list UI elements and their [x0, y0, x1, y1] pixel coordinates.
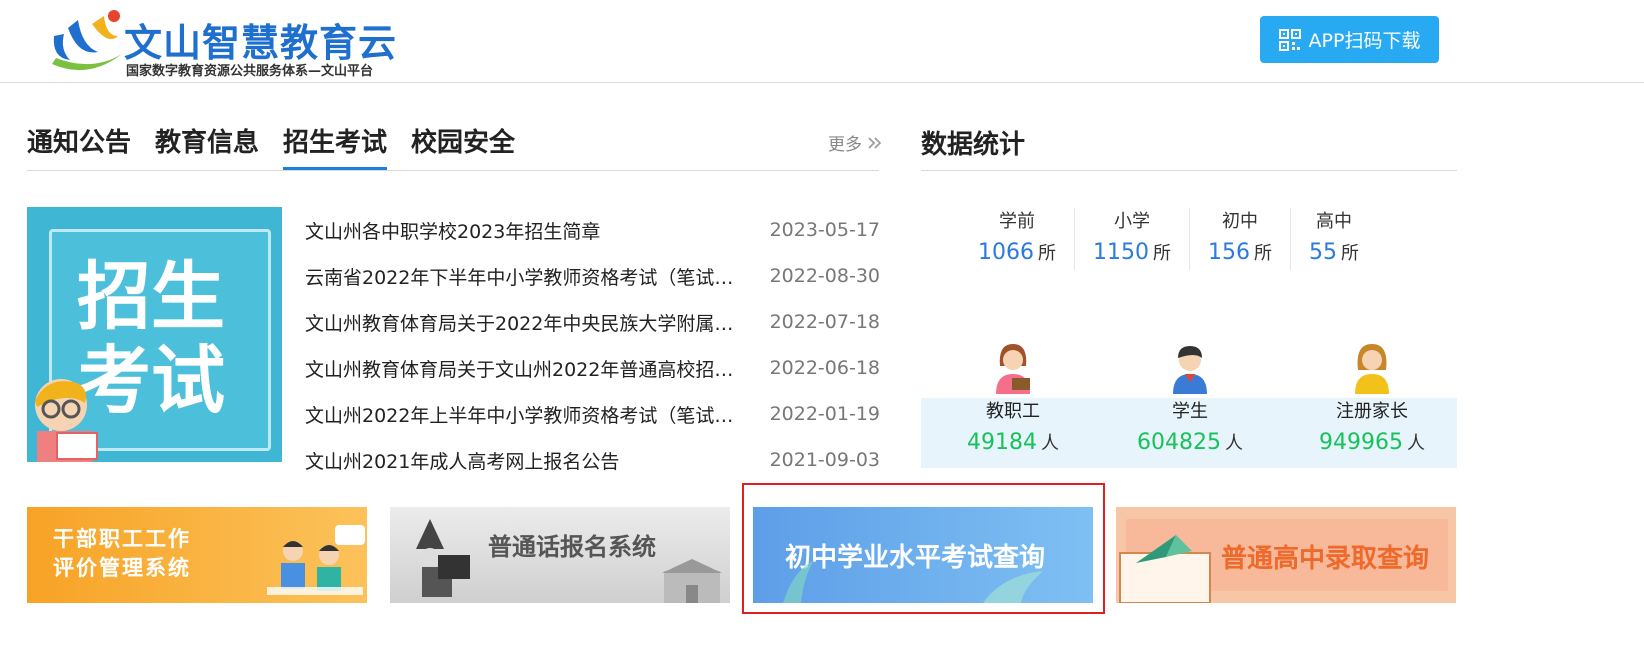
school-stat-senior: 高中 55 所 [1291, 208, 1377, 270]
logo-mark-icon [52, 10, 122, 71]
stat-staff: 教职工 49184 人 [967, 340, 1059, 460]
stat-unit: 所 [1038, 243, 1056, 264]
logo-title: 文山智慧教育云 [124, 21, 398, 65]
school-stat-preschool: 学前 1066 所 [960, 208, 1075, 270]
news-date: 2022-06-18 [769, 357, 880, 379]
news-title: 文山州各中职学校2023年招生简章 [305, 220, 601, 243]
reading-child-illustration-icon [35, 379, 98, 462]
tab-education-info[interactable]: 教育信息 [155, 122, 259, 170]
tab-campus-safety[interactable]: 校园安全 [411, 122, 515, 170]
list-item[interactable]: 文山州2022年上半年中小学教师资格考试（笔试）... 2022-01-19 [305, 391, 880, 437]
stat-value: 156 [1208, 240, 1250, 265]
school-building-icon [662, 559, 722, 603]
more-label: 更多 [828, 135, 862, 155]
news-date: 2021-09-03 [769, 449, 880, 471]
list-item[interactable]: 文山州2021年成人高考网上报名公告 2021-09-03 [305, 437, 880, 483]
banner-title: 干部职工工作 评价管理系统 [53, 525, 191, 583]
school-stat-primary: 小学 1150 所 [1075, 208, 1190, 270]
site-header: 文山智慧教育云 国家数字教育资源公共服务体系—文山平台 APP扫码下载 [0, 0, 1644, 83]
tab-admission-exams[interactable]: 招生考试 [283, 122, 388, 170]
news-date: 2022-08-30 [769, 265, 880, 287]
stat-students: 学生 604825 人 [1137, 340, 1243, 460]
stat-label: 学前 [999, 211, 1035, 232]
admission-exam-banner[interactable]: 招生 考试 [27, 207, 282, 462]
stat-label: 小学 [1114, 211, 1150, 232]
school-stats: 学前 1066 所 小学 1150 所 初中 156 所 高中 55 所 [960, 208, 1377, 270]
banner-title: 普通高中录取查询 [1221, 544, 1430, 574]
app-download-button[interactable]: APP扫码下载 [1260, 16, 1439, 63]
stat-value: 49184 [967, 430, 1037, 455]
stat-unit: 人 [1406, 433, 1425, 454]
news-date: 2022-01-19 [769, 403, 880, 425]
list-item[interactable]: 文山州各中职学校2023年招生简章 2023-05-17 [305, 207, 880, 253]
senior-admission-query-banner[interactable]: 普通高中录取查询 [1116, 507, 1456, 603]
stat-value: 1066 [978, 240, 1034, 265]
news-title: 文山州教育体育局关于文山州2022年普通高校招生... [305, 358, 750, 381]
banner-title: 普通话报名系统 [488, 533, 656, 561]
stat-value: 55 [1309, 240, 1337, 265]
selection-highlight [742, 483, 1105, 614]
stat-label: 注册家长 [1335, 401, 1408, 422]
banner-text-line1: 招生 [77, 254, 225, 340]
teacher-avatar-icon [996, 344, 1030, 394]
student-avatar-icon [1172, 346, 1207, 394]
parent-avatar-icon [1354, 344, 1389, 394]
stats-title: 数据统计 [921, 130, 1026, 160]
stat-label: 教职工 [986, 401, 1040, 422]
news-divider [27, 170, 879, 171]
office-workers-illustration-icon [267, 525, 365, 595]
banner-title-line2: 评价管理系统 [53, 556, 191, 580]
stat-value: 1150 [1093, 240, 1149, 265]
wizard-illustration-icon [416, 519, 470, 597]
stat-unit: 所 [1254, 243, 1272, 264]
news-date: 2023-05-17 [769, 219, 880, 241]
banner-title-line1: 干部职工工作 [53, 527, 191, 551]
more-link[interactable]: 更多 [828, 130, 883, 155]
logo-subtitle: 国家数字教育资源公共服务体系—文山平台 [126, 64, 374, 79]
mandarin-registration-banner[interactable]: 普通话报名系统 [390, 507, 730, 603]
news-title: 文山州教育体育局关于2022年中央民族大学附属中... [305, 312, 750, 335]
tab-notices[interactable]: 通知公告 [27, 122, 131, 170]
list-item[interactable]: 文山州教育体育局关于2022年中央民族大学附属中... 2022-07-18 [305, 299, 880, 345]
stat-unit: 所 [1153, 243, 1171, 264]
stat-unit: 人 [1041, 433, 1059, 454]
news-tabs: 通知公告 教育信息 招生考试 校园安全 [27, 122, 539, 170]
stat-unit: 所 [1341, 243, 1359, 264]
admission-letter-icon [1119, 535, 1211, 603]
news-date: 2022-07-18 [769, 311, 880, 333]
news-title: 文山州2022年上半年中小学教师资格考试（笔试）... [305, 404, 750, 427]
list-item[interactable]: 云南省2022年下半年中小学教师资格考试（笔试）... 2022-08-30 [305, 253, 880, 299]
stat-parents: 注册家长 949965 人 [1319, 340, 1425, 460]
app-download-label: APP扫码下载 [1308, 30, 1421, 52]
stat-label: 高中 [1316, 211, 1352, 232]
stat-label: 初中 [1222, 211, 1258, 232]
news-title: 文山州2021年成人高考网上报名公告 [305, 450, 620, 473]
news-title: 云南省2022年下半年中小学教师资格考试（笔试）... [305, 266, 750, 289]
stat-value: 604825 [1137, 430, 1221, 455]
site-logo[interactable]: 文山智慧教育云 国家数字教育资源公共服务体系—文山平台 [48, 6, 408, 79]
stat-value: 949965 [1319, 430, 1403, 455]
stat-unit: 人 [1224, 433, 1243, 454]
news-list: 文山州各中职学校2023年招生简章 2023-05-17 云南省2022年下半年… [305, 207, 880, 483]
qr-code-icon [1278, 28, 1301, 51]
school-stat-junior: 初中 156 所 [1190, 208, 1291, 270]
double-chevron-right-icon [868, 137, 882, 149]
cadre-evaluation-banner[interactable]: 干部职工工作 评价管理系统 [27, 507, 367, 603]
stat-label: 学生 [1171, 401, 1208, 422]
stats-divider [921, 170, 1457, 171]
people-stats: 教职工 49184 人 学生 604825 人 注册家长 949965 人 [921, 340, 1457, 468]
list-item[interactable]: 文山州教育体育局关于文山州2022年普通高校招生... 2022-06-18 [305, 345, 880, 391]
